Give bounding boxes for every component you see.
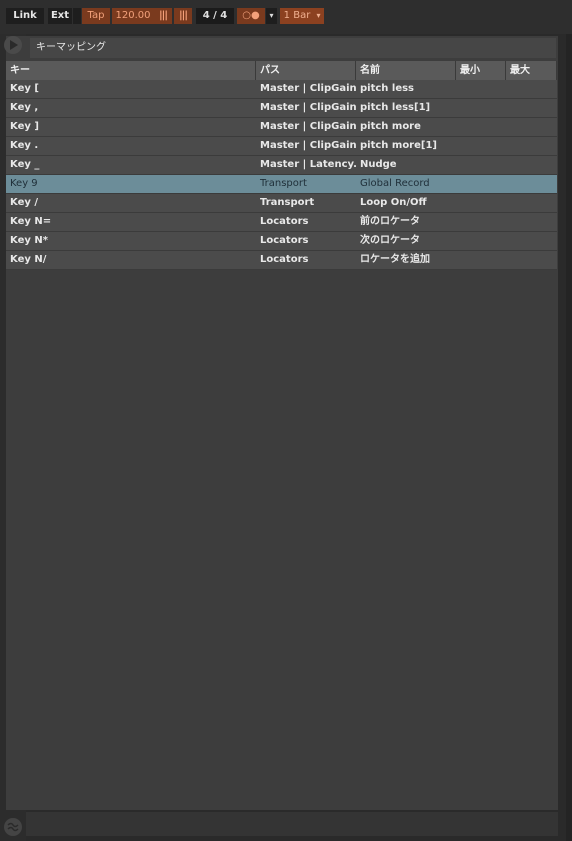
cell-min[interactable] [456, 118, 506, 136]
quantize-select[interactable]: 1 Bar [280, 8, 314, 24]
transport-bar: Link Ext Tap 120.00 ||| ||| 4 / 4 ○● ▾ 1… [0, 0, 572, 34]
cell-path: Locators [260, 216, 309, 227]
cell-key: Key / [10, 197, 39, 208]
cell-max[interactable] [506, 213, 557, 231]
header-key[interactable]: キー [6, 61, 256, 80]
cell-max[interactable] [506, 194, 557, 212]
cell-min[interactable] [456, 137, 506, 155]
cell-max[interactable] [506, 80, 557, 98]
table-row[interactable]: Key , Master | ClipGain pitch less[1] [6, 99, 557, 118]
cell-name: pitch more [360, 121, 421, 132]
cell-max[interactable] [506, 99, 557, 117]
table-row[interactable]: Key / Transport Loop On/Off [6, 194, 557, 213]
nudge-up-button[interactable]: ||| [174, 8, 192, 24]
cell-name: Global Record [360, 178, 430, 189]
cell-key: Key N/ [10, 254, 47, 265]
cell-key: Key ] [10, 121, 39, 132]
header-path[interactable]: パス [256, 61, 356, 80]
cell-path: Transport [260, 197, 315, 208]
header-max[interactable]: 最大 [506, 61, 557, 80]
cell-path: Locators [260, 235, 309, 246]
cell-name: pitch less [360, 83, 415, 94]
metronome-button[interactable]: ○● [237, 8, 265, 24]
cell-min[interactable] [456, 232, 506, 250]
cell-min[interactable] [456, 175, 506, 193]
metronome-dropdown-icon[interactable]: ▾ [266, 8, 277, 24]
right-edge [566, 34, 572, 841]
cell-min[interactable] [456, 251, 506, 269]
cell-min[interactable] [456, 194, 506, 212]
cell-name: 次のロケータ [360, 235, 420, 246]
cell-min[interactable] [456, 213, 506, 231]
cell-name: Nudge [360, 159, 397, 170]
quantize-dropdown-icon[interactable]: ▾ [313, 8, 324, 24]
cell-max[interactable] [506, 156, 557, 174]
cell-max[interactable] [506, 118, 557, 136]
table-row[interactable]: Key N/ Locators ロケータを追加 [6, 251, 557, 270]
browser-icon[interactable] [4, 818, 22, 836]
table-row[interactable]: Key N= Locators 前のロケータ [6, 213, 557, 232]
cell-name: ロケータを追加 [360, 254, 430, 265]
cell-key: Key 9 [10, 178, 38, 189]
time-signature-field[interactable]: 4 / 4 [196, 8, 234, 24]
cell-key: Key N* [10, 235, 48, 246]
header-name[interactable]: 名前 [356, 61, 456, 80]
header-min[interactable]: 最小 [456, 61, 506, 80]
cell-key: Key N= [10, 216, 52, 227]
link-button[interactable]: Link [6, 8, 44, 24]
cell-path: Master | ClipGain [260, 102, 356, 113]
cell-max[interactable] [506, 232, 557, 250]
cell-path: Master | ClipGain [260, 83, 356, 94]
play-icon[interactable] [4, 36, 22, 54]
tap-button[interactable]: Tap [82, 8, 110, 24]
cell-max[interactable] [506, 137, 557, 155]
cell-min[interactable] [456, 99, 506, 117]
cell-max[interactable] [506, 251, 557, 269]
cell-path: Master | Latency... [260, 159, 356, 170]
table-header: キー パス 名前 最小 最大 [6, 61, 557, 80]
table-row[interactable]: Key _ Master | Latency... Nudge [6, 156, 557, 175]
cell-min[interactable] [456, 156, 506, 174]
table-row[interactable]: Key ] Master | ClipGain pitch more [6, 118, 557, 137]
cell-max[interactable] [506, 175, 557, 193]
table-row[interactable]: Key N* Locators 次のロケータ [6, 232, 557, 251]
cell-key: Key , [10, 102, 39, 113]
cell-key: Key . [10, 140, 39, 151]
ext-button[interactable]: Ext [48, 8, 72, 24]
cell-key: Key _ [10, 159, 40, 170]
table-row[interactable]: Key [ Master | ClipGain pitch less [6, 80, 557, 99]
cell-name: pitch less[1] [360, 102, 431, 113]
cell-key: Key [ [10, 83, 39, 94]
table-row[interactable]: Key . Master | ClipGain pitch more[1] [6, 137, 557, 156]
key-mapping-table: キー パス 名前 最小 最大 Key [ Master | ClipGain p… [6, 61, 557, 270]
ext-divider [73, 8, 81, 24]
cell-path: Transport [260, 178, 307, 189]
cell-name: Loop On/Off [360, 197, 427, 208]
cell-min[interactable] [456, 80, 506, 98]
nudge-down-button[interactable]: ||| [154, 8, 172, 24]
panel-title: キーマッピング [30, 38, 556, 58]
cell-path: Locators [260, 254, 309, 265]
cell-path: Master | ClipGain [260, 140, 356, 151]
cell-name: 前のロケータ [360, 216, 420, 227]
status-bar [26, 812, 558, 836]
cell-name: pitch more[1] [360, 140, 437, 151]
table-row-selected[interactable]: Key 9 Transport Global Record [6, 175, 557, 194]
tempo-field[interactable]: 120.00 [112, 8, 154, 24]
cell-path: Master | ClipGain [260, 121, 356, 132]
